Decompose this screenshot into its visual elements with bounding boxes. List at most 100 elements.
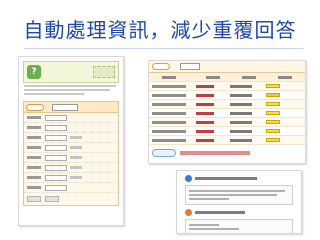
table-row: [149, 136, 305, 145]
help-icon: ?: [27, 65, 41, 79]
form-banner: ?: [23, 61, 119, 83]
field-label: [27, 176, 41, 179]
column-header: [242, 75, 256, 79]
field-label: [27, 156, 41, 159]
table-row: [149, 109, 305, 118]
slide-title: 自動處理資訊，減少重覆回答: [23, 18, 297, 42]
form-row: [24, 143, 118, 153]
field-label: [27, 126, 41, 129]
table-cell: [230, 84, 252, 88]
table-cell: [230, 138, 252, 142]
form-row: [24, 153, 118, 163]
advice-link[interactable]: [152, 149, 176, 157]
field-input[interactable]: [45, 134, 67, 141]
field-input[interactable]: [45, 154, 67, 161]
advice-line: [189, 224, 219, 226]
status-badge: [266, 138, 280, 142]
table-cell: [196, 93, 214, 97]
data-entry-form: [23, 101, 119, 206]
form-row: [24, 133, 118, 143]
table-cell: [152, 93, 186, 97]
status-badge: [266, 111, 280, 115]
table-cell: [152, 102, 186, 106]
form-tag[interactable]: [26, 103, 44, 111]
heading-text: [195, 211, 245, 214]
form-row: [24, 113, 118, 123]
column-header: [162, 75, 176, 79]
advice-heading: [185, 175, 293, 182]
field-label: [27, 186, 41, 189]
field-unit: [70, 136, 82, 139]
form-row: [24, 123, 118, 133]
reset-button[interactable]: [45, 196, 59, 202]
field-label: [27, 146, 41, 149]
form-row: [24, 163, 118, 173]
advice-line: [189, 194, 277, 196]
table-header: [149, 61, 305, 73]
field-input[interactable]: [45, 124, 67, 131]
table-cell: [196, 102, 214, 106]
table-row: [149, 91, 305, 100]
status-badge: [266, 102, 280, 106]
column-header: [206, 75, 220, 79]
field-input[interactable]: [45, 184, 67, 191]
advice-bar: [149, 145, 305, 157]
field-input[interactable]: [45, 114, 67, 121]
table-cell: [152, 129, 186, 133]
field-unit: [70, 166, 82, 169]
table-row: [149, 118, 305, 127]
screenshot-health-form: ?: [18, 56, 124, 226]
intro-note-line: [24, 93, 84, 95]
form-buttons: [24, 193, 118, 205]
field-unit: [70, 156, 82, 159]
table-cell: [152, 120, 186, 124]
table-tag[interactable]: [152, 63, 170, 70]
field-input[interactable]: [45, 164, 67, 171]
status-badge: [266, 120, 280, 124]
screenshot-result-table: [148, 60, 306, 164]
table-select[interactable]: [180, 63, 200, 70]
field-unit: [70, 176, 82, 179]
table-cell: [230, 111, 252, 115]
intro-note-line: [24, 85, 116, 87]
table-cell: [196, 111, 214, 115]
status-badge: [266, 129, 280, 133]
advice-line: [189, 228, 239, 230]
form-row: [24, 173, 118, 183]
status-badge: [266, 93, 280, 97]
table-cell: [152, 84, 186, 88]
field-label: [27, 116, 41, 119]
form-row: [24, 183, 118, 193]
submit-button[interactable]: [27, 196, 41, 202]
table-row: [149, 127, 305, 136]
table-row: [149, 73, 305, 82]
form-select[interactable]: [52, 103, 78, 111]
advice-box: [185, 219, 293, 233]
table-cell: [196, 138, 214, 142]
table-cell: [196, 129, 214, 133]
column-header: [278, 75, 292, 79]
screenshot-advice-detail: [176, 170, 302, 234]
field-label: [27, 136, 41, 139]
title-divider: [24, 48, 304, 49]
advice-line: [189, 198, 229, 200]
field-label: [27, 166, 41, 169]
info-icon: [185, 209, 192, 216]
field-input[interactable]: [45, 144, 67, 151]
table-cell: [196, 84, 214, 88]
advice-line: [189, 190, 285, 192]
info-icon: [185, 175, 192, 182]
table-cell: [152, 111, 186, 115]
table-row: [149, 100, 305, 109]
banner-stamp: [93, 66, 115, 78]
table-cell: [230, 93, 252, 97]
form-header: [24, 102, 118, 113]
intro-note: [24, 85, 118, 99]
field-input[interactable]: [45, 174, 67, 181]
table-cell: [152, 138, 186, 142]
advice-heading: [185, 209, 293, 216]
table-cell: [230, 129, 252, 133]
intro-note-line: [24, 89, 110, 91]
advice-box: [185, 185, 293, 205]
advice-text: [180, 151, 250, 155]
